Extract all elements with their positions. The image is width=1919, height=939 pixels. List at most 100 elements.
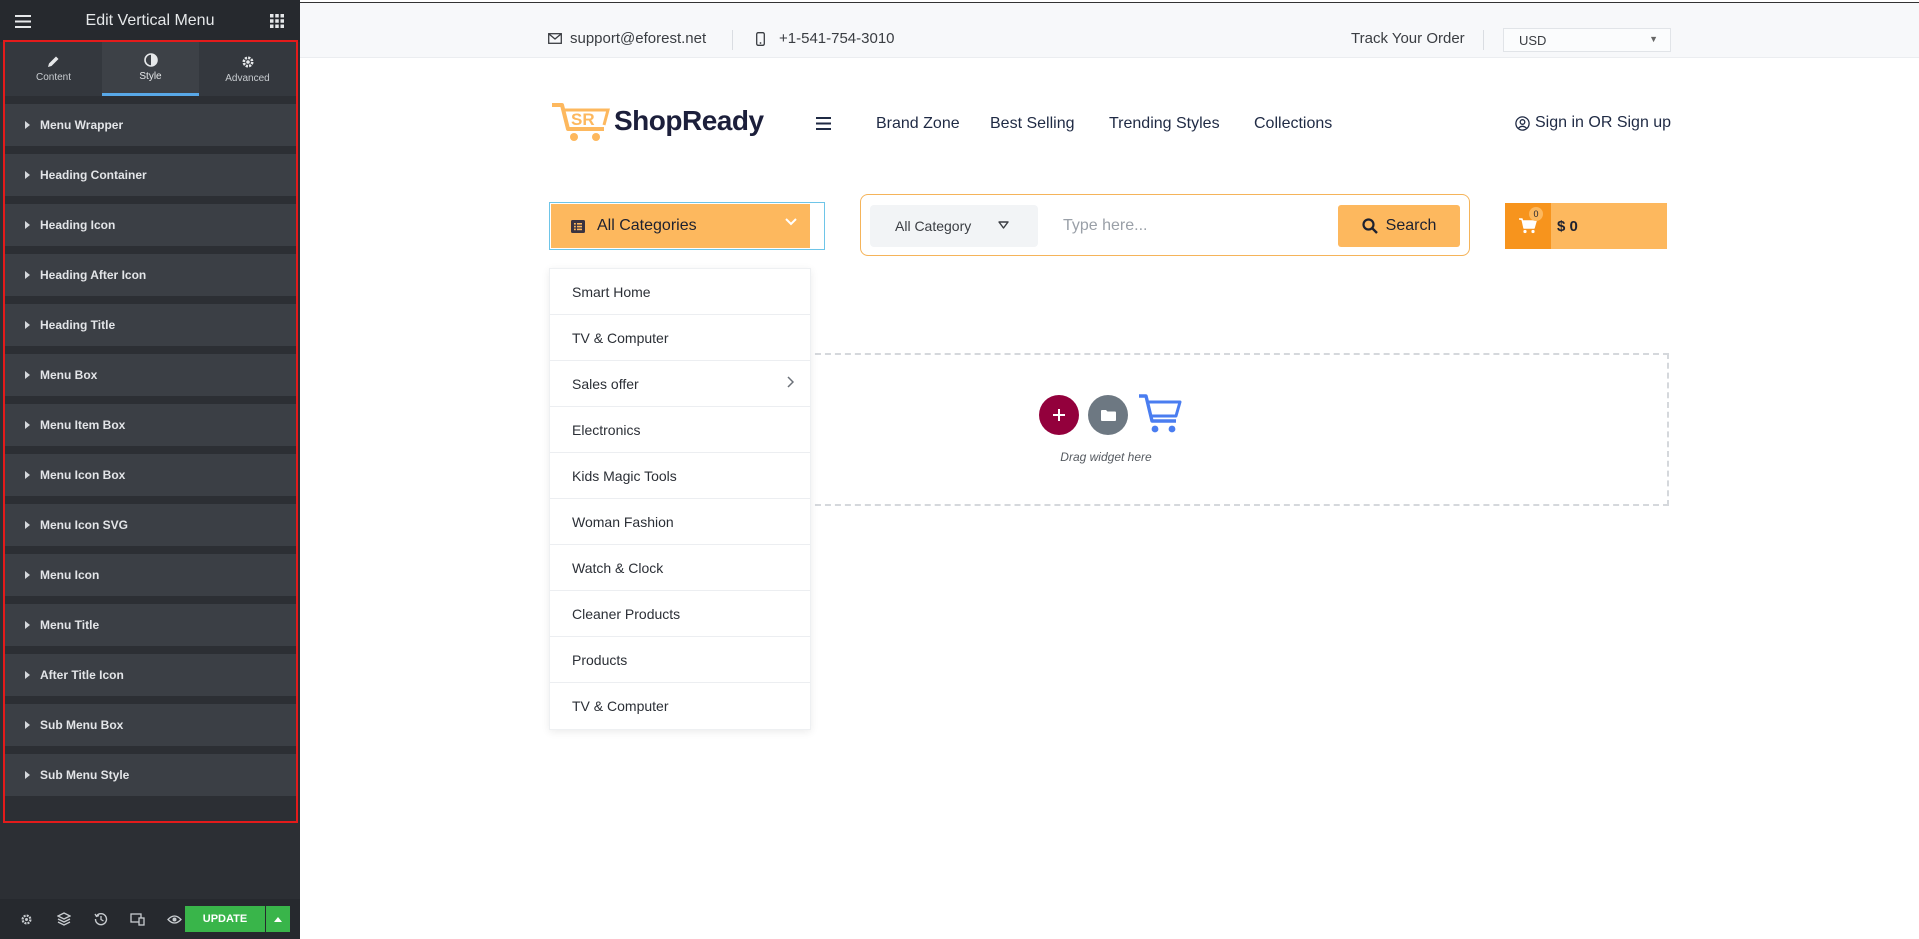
chevron-down-icon: ▼: [1649, 34, 1658, 44]
search-category-value: All Category: [895, 218, 972, 234]
section-label: Heading Icon: [40, 218, 116, 232]
section-menu-title[interactable]: Menu Title: [5, 604, 296, 646]
update-options-caret-icon[interactable]: [266, 906, 290, 932]
all-categories-widget: All Categories: [549, 202, 825, 250]
menu-item-products[interactable]: Products: [550, 637, 810, 683]
update-button[interactable]: UPDATE: [185, 906, 265, 932]
topbar-email-text: support@eforest.net: [570, 30, 707, 47]
all-categories-label: All Categories: [597, 217, 697, 234]
currency-value: USD: [1519, 32, 1547, 48]
panel-title: Edit Vertical Menu: [85, 12, 215, 29]
nav-collections[interactable]: Collections: [1254, 115, 1332, 133]
section-heading-container[interactable]: Heading Container: [5, 154, 296, 196]
tab-style[interactable]: Style: [102, 42, 199, 96]
menu-item-tv-computer[interactable]: TV & Computer: [550, 315, 810, 361]
section-menu-icon-box[interactable]: Menu Icon Box: [5, 454, 296, 496]
section-heading-icon[interactable]: Heading Icon: [5, 204, 296, 246]
mobile-phone-icon: [756, 31, 765, 46]
section-menu-box[interactable]: Menu Box: [5, 354, 296, 396]
menu-item-tv-computer-2[interactable]: TV & Computer: [550, 683, 810, 729]
nav-trending-styles[interactable]: Trending Styles: [1109, 115, 1220, 133]
topbar-email[interactable]: support@eforest.net: [548, 30, 706, 47]
nav-brand-zone[interactable]: Brand Zone: [876, 115, 960, 133]
menu-item-electronics[interactable]: Electronics: [550, 407, 810, 453]
menu-item-label: Sales offer: [572, 375, 639, 392]
template-folder-icon[interactable]: [1088, 395, 1128, 435]
menu-item-watch-clock[interactable]: Watch & Clock: [550, 545, 810, 591]
section-label: Heading Container: [40, 168, 147, 182]
search-input[interactable]: [1053, 205, 1323, 247]
section-heading-after-icon[interactable]: Heading After Icon: [5, 254, 296, 296]
chevron-right-icon: [787, 376, 794, 388]
triangle-down-icon: [998, 221, 1009, 229]
gear-icon: [242, 56, 253, 67]
currency-select[interactable]: USD ▼: [1503, 28, 1671, 52]
responsive-icon[interactable]: [119, 899, 156, 939]
section-heading-title[interactable]: Heading Title: [5, 304, 296, 346]
section-label: Menu Title: [40, 618, 100, 632]
search-category-select[interactable]: All Category: [870, 205, 1038, 247]
search-bar: All Category Search: [860, 194, 1470, 256]
envelope-icon: [548, 33, 562, 44]
site-preview: support@eforest.net +1-541-754-3010 Trac…: [300, 0, 1919, 939]
shopping-cart-logo-icon: SR: [552, 103, 610, 141]
caret-right-icon: [25, 171, 30, 179]
all-categories-toggle[interactable]: All Categories: [551, 204, 810, 248]
track-order-link[interactable]: Track Your Order: [1351, 30, 1465, 47]
topbar-divider: [732, 30, 733, 50]
section-after-title-icon[interactable]: After Title Icon: [5, 654, 296, 696]
drop-widget-area[interactable]: [805, 353, 1669, 506]
history-icon[interactable]: [82, 899, 119, 939]
menu-item-cleaner-products[interactable]: Cleaner Products: [550, 591, 810, 637]
nav-hamburger-icon[interactable]: [816, 117, 831, 135]
menu-item-label: Cleaner Products: [572, 605, 681, 622]
caret-right-icon: [25, 371, 30, 379]
pencil-icon: [48, 56, 59, 67]
logo-text: ShopReady: [614, 105, 764, 136]
widgets-grid-icon[interactable]: [266, 10, 288, 32]
menu-item-label: Electronics: [572, 421, 641, 438]
menu-item-woman-fashion[interactable]: Woman Fashion: [550, 499, 810, 545]
section-label: Menu Box: [40, 368, 98, 382]
section-menu-icon-svg[interactable]: Menu Icon SVG: [5, 504, 296, 546]
caret-right-icon: [25, 771, 30, 779]
menu-item-label: Woman Fashion: [572, 513, 674, 530]
caret-right-icon: [25, 421, 30, 429]
panel-header: Edit Vertical Menu: [0, 0, 300, 42]
caret-right-icon: [25, 521, 30, 529]
section-label: Menu Icon Box: [40, 468, 126, 482]
site-logo[interactable]: SR ShopReady: [550, 99, 764, 143]
menu-item-label: TV & Computer: [572, 329, 669, 346]
section-sub-menu-style[interactable]: Sub Menu Style: [5, 754, 296, 796]
section-label: Menu Item Box: [40, 418, 126, 432]
cart-widget[interactable]: 0 $ 0: [1505, 203, 1667, 249]
topbar-divider: [1483, 30, 1484, 50]
search-button-label: Search: [1385, 217, 1437, 234]
search-icon: [1362, 218, 1378, 234]
tab-advanced[interactable]: Advanced: [199, 42, 296, 96]
editor-panel: Edit Vertical Menu Content Style Advance…: [0, 0, 300, 939]
settings-icon[interactable]: [8, 899, 45, 939]
add-section-plus-icon[interactable]: [1039, 395, 1079, 435]
topbar-phone[interactable]: +1-541-754-3010: [756, 30, 895, 47]
layers-icon[interactable]: [45, 899, 82, 939]
section-label: Menu Icon: [40, 568, 100, 582]
section-menu-item-box[interactable]: Menu Item Box: [5, 404, 296, 446]
signin-link[interactable]: Sign in OR Sign up: [1515, 114, 1671, 132]
menu-item-smart-home[interactable]: Smart Home: [550, 269, 810, 315]
nav-best-selling[interactable]: Best Selling: [990, 115, 1075, 133]
caret-right-icon: [25, 621, 30, 629]
menu-item-kids-magic-tools[interactable]: Kids Magic Tools: [550, 453, 810, 499]
section-label: Sub Menu Style: [40, 768, 130, 782]
section-sub-menu-box[interactable]: Sub Menu Box: [5, 704, 296, 746]
tab-content[interactable]: Content: [5, 42, 102, 96]
section-menu-wrapper[interactable]: Menu Wrapper: [5, 104, 296, 146]
style-sections-list: Menu Wrapper Heading Container Heading I…: [5, 104, 296, 804]
section-menu-icon[interactable]: Menu Icon: [5, 554, 296, 596]
shopready-cart-icon[interactable]: [1138, 393, 1182, 440]
search-button[interactable]: Search: [1338, 205, 1460, 247]
menu-item-sales-offer[interactable]: Sales offer: [550, 361, 810, 407]
cart-amount: $ 0: [1557, 217, 1578, 235]
list-icon: [571, 219, 585, 233]
menu-hamburger-icon[interactable]: [12, 10, 34, 32]
